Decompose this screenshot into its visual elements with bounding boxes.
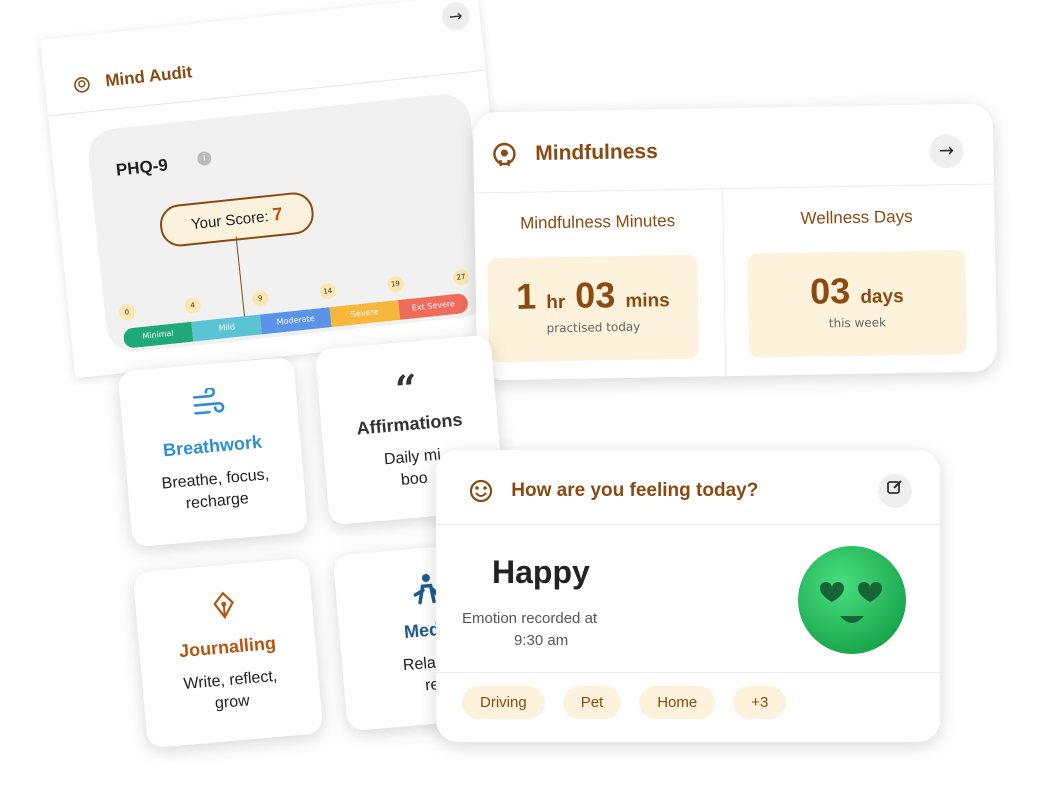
days-value: 03	[809, 269, 851, 312]
tag-chip[interactable]: Pet	[562, 686, 622, 719]
quote-icon: “	[393, 365, 420, 413]
mindfulness-header: Mindfulness	[491, 139, 658, 168]
mindfulness-title: Mindfulness	[535, 139, 658, 166]
days-caption: this week	[828, 315, 887, 331]
mindfulness-minutes-value: 1 hr 03 mins	[488, 273, 699, 319]
edit-button[interactable]	[878, 474, 912, 508]
tick-9: 9	[251, 289, 270, 308]
emotion-name: Happy	[492, 554, 590, 590]
feeling-header: How are you feeling today?	[468, 478, 758, 504]
mindfulness-minutes-box: 1 hr 03 mins practised today	[487, 254, 700, 363]
tick-27: 27	[452, 268, 470, 287]
wellness-days-value: 03 days	[748, 268, 967, 314]
minutes-unit: mins	[625, 290, 670, 312]
tag-list: Driving Pet Home +3	[462, 686, 787, 719]
tick-4: 4	[183, 296, 202, 315]
tick-19: 19	[386, 275, 405, 293]
recorded-time: 9:30 am	[514, 632, 569, 649]
affirmations-name: Affirmations	[355, 409, 464, 439]
phq-title: PHQ-9	[115, 155, 169, 180]
recorded-label: Emotion recorded at	[462, 610, 598, 627]
divider	[436, 672, 940, 673]
wellness-days-label: Wellness Days	[800, 206, 913, 228]
divider	[722, 188, 727, 377]
pen-nib-icon	[213, 591, 234, 620]
head-brain-icon	[74, 76, 90, 93]
segment-ext-severe: Ext Severe	[397, 292, 469, 320]
minutes-value: 03	[574, 274, 616, 316]
breathwork-desc: Breathe, focus, recharge	[161, 466, 270, 513]
mind-audit-header: Mind Audit	[72, 62, 193, 94]
mind-audit-card: Mind Audit → PHQ-9 i Your Score: 7 0 4 9…	[40, 0, 514, 379]
journalling-name: Journalling	[178, 632, 277, 662]
happy-emoji-icon	[798, 546, 906, 654]
edit-icon	[887, 480, 902, 494]
info-icon[interactable]: i	[196, 150, 212, 167]
feeling-card: How are you feeling today? Happy Emotion…	[436, 450, 940, 742]
wind-icon	[192, 386, 225, 415]
mindfulness-head-icon	[493, 142, 516, 167]
segment-severe: Severe	[329, 300, 401, 328]
score-label: Your Score:	[190, 208, 270, 234]
tag-chip[interactable]: Home	[639, 686, 716, 719]
segment-minimal: Minimal	[122, 321, 194, 349]
breathwork-name: Breathwork	[162, 431, 263, 461]
journalling-tile[interactable]: Journalling Write, reflect, grow	[132, 557, 324, 749]
wellness-days-box: 03 days this week	[747, 249, 967, 358]
tag-chip[interactable]: Driving	[462, 686, 545, 719]
mindfulness-minutes-label: Mindfulness Minutes	[519, 211, 676, 233]
more-tags-chip[interactable]: +3	[733, 686, 787, 719]
tick-0: 0	[118, 303, 136, 322]
divider	[436, 524, 940, 525]
tick-14: 14	[319, 282, 337, 301]
breathwork-tile[interactable]: Breathwork Breathe, focus, recharge	[117, 356, 309, 548]
feeling-title: How are you feeling today?	[511, 480, 759, 502]
mind-audit-title: Mind Audit	[104, 62, 194, 91]
divider	[474, 183, 995, 194]
segment-mild: Mild	[191, 314, 263, 342]
segment-moderate: Moderate	[260, 307, 332, 335]
hours-value: 1	[515, 275, 537, 317]
minutes-caption: practised today	[546, 319, 641, 336]
mindfulness-card: Mindfulness → Mindfulness Minutes 1 hr 0…	[472, 103, 998, 381]
hours-unit: hr	[546, 291, 566, 314]
smile-hearts-icon	[469, 479, 493, 503]
mind-audit-open-button[interactable]: →	[440, 1, 472, 32]
score-value: 7	[271, 203, 284, 225]
phq-panel: PHQ-9 i Your Score: 7 0 4 9 14 19 27 Min…	[85, 91, 492, 355]
journalling-desc: Write, reflect, grow	[182, 667, 278, 713]
mindfulness-open-button[interactable]: →	[929, 134, 964, 169]
score-pointer	[235, 236, 246, 319]
days-unit: days	[860, 286, 904, 308]
